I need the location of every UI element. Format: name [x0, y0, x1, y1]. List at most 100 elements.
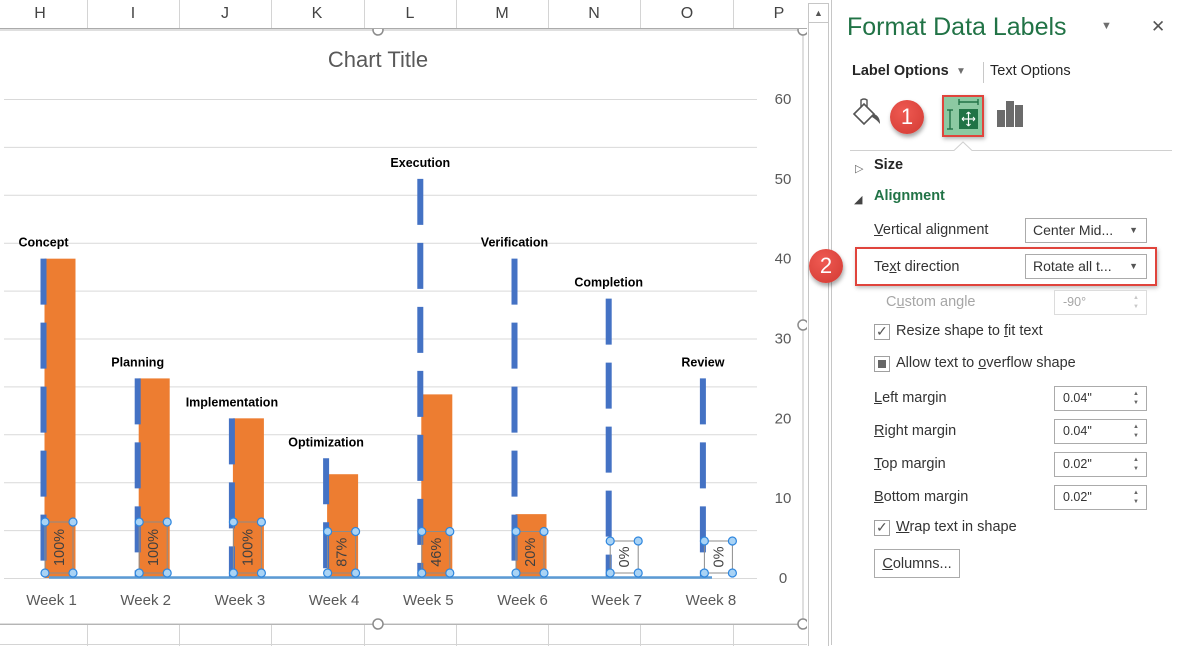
bar-data-label[interactable]: Concept — [19, 236, 70, 250]
tab-text-options[interactable]: Text Options — [990, 63, 1071, 79]
selection-handle[interactable] — [605, 568, 615, 578]
selection-handle[interactable] — [633, 568, 643, 578]
data-label-text[interactable]: 0% — [711, 546, 727, 567]
selection-handle[interactable] — [134, 517, 144, 527]
wrap-text-label[interactable]: Wrap text in shape — [896, 518, 1017, 536]
data-label-text[interactable]: 100% — [52, 529, 68, 566]
top-margin-spinner[interactable]: 0.02" ▲ ▼ — [1054, 452, 1147, 477]
vertical-alignment-dropdown[interactable]: Center Mid... ▼ — [1025, 218, 1147, 243]
spin-up-icon[interactable]: ▲ — [1133, 490, 1139, 496]
y-axis-tick-label[interactable]: 20 — [775, 410, 792, 427]
y-axis-tick-label[interactable]: 60 — [775, 91, 792, 108]
selection-handle[interactable] — [228, 517, 238, 527]
spin-down-icon[interactable]: ▼ — [1133, 433, 1139, 439]
column-divider[interactable] — [733, 0, 734, 28]
bar-data-label[interactable]: Review — [681, 355, 724, 369]
column-header-i[interactable]: I — [131, 5, 135, 23]
selection-handle[interactable] — [633, 536, 643, 546]
left-margin-spinner[interactable]: 0.04" ▲ ▼ — [1054, 386, 1147, 411]
vertical-scrollbar[interactable]: ▲ — [808, 3, 829, 646]
column-divider[interactable] — [87, 0, 88, 28]
x-axis-tick-label[interactable]: Week 1 — [26, 592, 77, 609]
selection-handle[interactable] — [256, 568, 266, 578]
selection-handle[interactable] — [511, 568, 521, 578]
panel-divider[interactable] — [831, 0, 832, 645]
data-label-text[interactable]: 0% — [617, 546, 633, 567]
spin-up-icon[interactable]: ▲ — [1133, 295, 1139, 301]
allow-overflow-label[interactable]: Allow text to overflow shape — [896, 354, 1076, 372]
selection-handle[interactable] — [351, 568, 361, 578]
data-label-text[interactable]: 87% — [335, 538, 351, 567]
selection-handle[interactable] — [699, 568, 710, 578]
column-header-j[interactable]: J — [221, 5, 229, 23]
data-label-text[interactable]: 100% — [146, 529, 162, 566]
spin-down-icon[interactable]: ▼ — [1133, 466, 1139, 472]
column-header-m[interactable]: M — [495, 5, 508, 23]
bottom-margin-value[interactable]: 0.02" — [1063, 490, 1092, 504]
spin-down-icon[interactable]: ▼ — [1133, 499, 1139, 505]
text-direction-dropdown[interactable]: Rotate all t... ▼ — [1025, 254, 1147, 279]
x-axis-tick-label[interactable]: Week 6 — [497, 592, 548, 609]
selection-handle[interactable] — [40, 568, 50, 578]
column-divider[interactable] — [548, 0, 549, 28]
y-axis-tick-label[interactable]: 0 — [779, 570, 787, 587]
selection-handle[interactable] — [699, 536, 710, 546]
chart-resize-handle[interactable] — [372, 618, 384, 630]
selection-handle[interactable] — [162, 517, 172, 527]
column-header-n[interactable]: N — [588, 5, 600, 23]
top-margin-value[interactable]: 0.02" — [1063, 457, 1092, 471]
y-axis-tick-label[interactable]: 50 — [775, 171, 792, 188]
fill-line-icon[interactable] — [850, 98, 884, 130]
selection-handle[interactable] — [323, 526, 333, 537]
y-axis-tick-label[interactable]: 30 — [775, 331, 792, 348]
chart-resize-handle[interactable] — [797, 319, 807, 331]
close-icon[interactable]: ✕ — [1151, 17, 1165, 37]
size-properties-tab[interactable] — [942, 95, 984, 137]
x-axis-tick-label[interactable]: Week 5 — [403, 592, 454, 609]
bar-data-label[interactable]: Completion — [574, 276, 643, 290]
chart[interactable]: Chart Title 0 10 20 30 40 50 60 Concept Planning… — [0, 0, 807, 645]
bar-data-label[interactable]: Implementation — [186, 395, 278, 409]
wrap-text-checkbox[interactable] — [874, 519, 890, 536]
alignment-section-header[interactable]: ◢ Alignment — [854, 188, 945, 208]
column-divider[interactable] — [271, 0, 272, 28]
selection-handle[interactable] — [134, 568, 144, 578]
selection-handle[interactable] — [351, 526, 361, 537]
spin-up-icon[interactable]: ▲ — [1133, 457, 1139, 463]
bottom-margin-spinner[interactable]: 0.02" ▲ ▼ — [1054, 485, 1147, 510]
data-label-text[interactable]: 46% — [429, 538, 445, 567]
resize-shape-checkbox[interactable] — [874, 323, 890, 340]
x-axis-tick-label[interactable]: Week 7 — [591, 592, 642, 609]
data-label-text[interactable]: 20% — [523, 538, 539, 567]
selection-handle[interactable] — [228, 568, 238, 578]
spin-down-icon[interactable]: ▼ — [1133, 304, 1139, 310]
column-divider[interactable] — [179, 0, 180, 28]
resize-shape-label[interactable]: Resize shape to fit text — [896, 322, 1043, 340]
selection-handle[interactable] — [256, 517, 266, 527]
x-axis-tick-label[interactable]: Week 2 — [120, 592, 171, 609]
panel-options-dropdown-icon[interactable]: ▼ — [1101, 20, 1112, 32]
selection-handle[interactable] — [68, 517, 78, 527]
columns-button[interactable]: Columns... — [874, 549, 960, 578]
selection-handle[interactable] — [445, 568, 455, 578]
column-divider[interactable] — [456, 0, 457, 28]
tab-label-options[interactable]: Label Options — [852, 63, 949, 79]
size-section-header[interactable]: ▷ Size — [855, 157, 903, 177]
y-axis-tick-label[interactable]: 40 — [775, 251, 792, 268]
right-margin-value[interactable]: 0.04" — [1063, 424, 1092, 438]
right-margin-spinner[interactable]: 0.04" ▲ ▼ — [1054, 419, 1147, 444]
selection-handle[interactable] — [605, 536, 615, 546]
chart-resize-handle[interactable] — [797, 618, 807, 630]
x-axis-tick-label[interactable]: Week 8 — [686, 592, 737, 609]
bar-data-label[interactable]: Optimization — [288, 435, 364, 449]
column-header-k[interactable]: K — [312, 5, 323, 23]
label-options-bar-chart-icon[interactable] — [996, 99, 1026, 129]
y-axis-tick-label[interactable]: 10 — [775, 490, 792, 507]
left-margin-value[interactable]: 0.04" — [1063, 391, 1092, 405]
column-header-p[interactable]: P — [774, 5, 785, 23]
selection-handle[interactable] — [727, 568, 738, 578]
selection-handle[interactable] — [417, 526, 427, 537]
x-axis-tick-label[interactable]: Week 3 — [215, 592, 266, 609]
selection-handle[interactable] — [68, 568, 78, 578]
column-divider[interactable] — [364, 0, 365, 28]
